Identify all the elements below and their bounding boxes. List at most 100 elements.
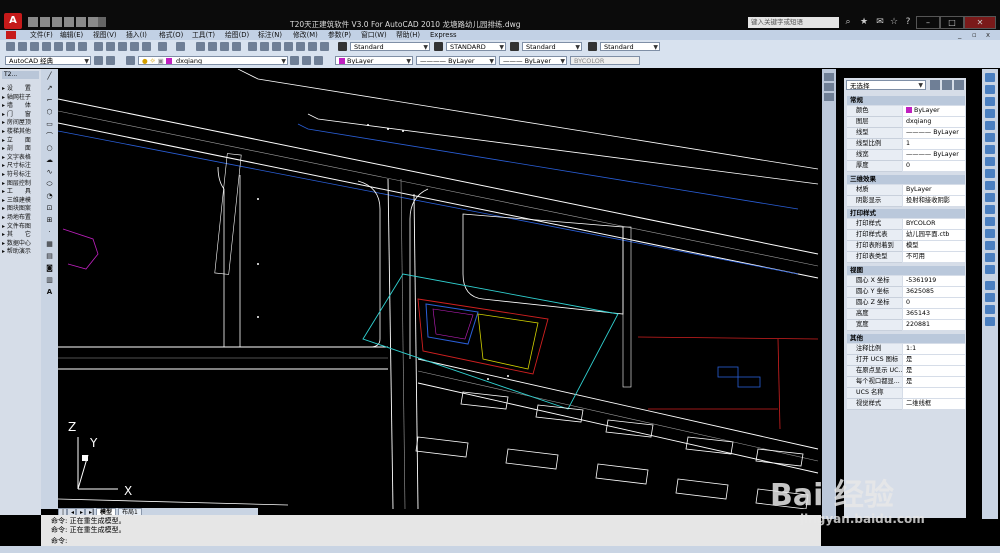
offset-icon[interactable] <box>985 109 995 118</box>
cut-icon[interactable] <box>94 42 103 51</box>
favorites-icon[interactable]: ☆ <box>888 16 900 28</box>
t20-item-dimension[interactable]: ▸ 尺寸标注 <box>2 162 41 171</box>
line-icon[interactable]: ╱ <box>44 72 55 81</box>
menu-draw[interactable]: 绘图(D) <box>225 30 249 40</box>
layer-manager-icon[interactable] <box>126 56 135 65</box>
property-row[interactable]: 每个视口都显... 是 <box>847 377 965 388</box>
osnap-midpoint-icon[interactable] <box>985 293 995 302</box>
markup-icon[interactable] <box>296 42 305 51</box>
t20-item-room-roof[interactable]: ▸ 房间屋顶 <box>2 119 41 128</box>
menu-modify[interactable]: 修改(M) <box>293 30 318 40</box>
section-view[interactable]: 视图 <box>847 266 965 275</box>
zoom-previous-icon[interactable] <box>232 42 241 51</box>
search-input[interactable]: 键入关键字或短语 <box>748 17 839 28</box>
save-file-icon[interactable] <box>30 42 39 51</box>
mleader-style-select[interactable]: Standard ▼ <box>600 42 660 51</box>
chamfer-icon[interactable] <box>985 241 995 250</box>
t20-item-blocks[interactable]: ▸ 图块图案 <box>2 205 41 214</box>
undo-icon[interactable] <box>64 17 74 27</box>
rectangle-icon[interactable]: ▭ <box>44 120 55 129</box>
property-row[interactable]: 视觉样式 二维线框 <box>847 399 965 410</box>
menu-edit[interactable]: 编辑(E) <box>60 30 83 40</box>
zoom-realtime-icon[interactable] <box>208 42 217 51</box>
document-icon[interactable] <box>6 31 16 39</box>
property-row[interactable]: 打印表类型 不可用 <box>847 252 965 263</box>
property-row[interactable]: 线型 ———— ByLayer <box>847 128 965 139</box>
property-row[interactable]: 高度 365143 <box>847 309 965 320</box>
sheet-set-icon[interactable] <box>284 42 293 51</box>
maximize-button[interactable]: □ <box>940 16 964 29</box>
osnap-endpoint-icon[interactable] <box>985 281 995 290</box>
workspace-settings-icon[interactable] <box>94 56 103 65</box>
stretch-icon[interactable] <box>985 169 995 178</box>
copy-object-icon[interactable] <box>985 85 995 94</box>
menu-dimension[interactable]: 标注(N) <box>258 30 282 40</box>
construction-line-icon[interactable]: ↗ <box>44 84 55 93</box>
design-center-icon[interactable] <box>260 42 269 51</box>
zoom-window-icon[interactable] <box>220 42 229 51</box>
property-row[interactable]: 打开 UCS 图标是 <box>847 355 965 366</box>
doc-close-button[interactable]: x <box>986 30 990 40</box>
doc-minimize-button[interactable]: _ <box>958 30 961 40</box>
quick-select-icon[interactable] <box>954 80 964 90</box>
t20-item-axis-column[interactable]: ▸ 轴网柱子 <box>2 94 41 103</box>
autohide-icon[interactable] <box>824 83 834 91</box>
property-row[interactable]: 打印表附着到 模型 <box>847 241 965 252</box>
calculator-icon[interactable] <box>308 42 317 51</box>
menu-parametric[interactable]: 参数(P) <box>328 30 351 40</box>
save-icon[interactable] <box>52 17 62 27</box>
select-objects-icon[interactable] <box>942 80 952 90</box>
property-row[interactable]: 厚度 0 <box>847 161 965 172</box>
open-file-icon[interactable] <box>18 42 27 51</box>
ellipse-arc-icon[interactable]: ◔ <box>44 192 55 201</box>
new-icon[interactable] <box>28 17 38 27</box>
circle-icon[interactable]: ○ <box>44 144 55 153</box>
table-icon[interactable]: ▥ <box>44 276 55 285</box>
print-icon[interactable] <box>42 42 51 51</box>
qnew-icon[interactable] <box>6 42 15 51</box>
mirror-icon[interactable] <box>985 97 995 106</box>
property-row[interactable]: 圆心 X 坐标 -5361919 <box>847 276 965 287</box>
tool-palettes-icon[interactable] <box>272 42 281 51</box>
polyline-icon[interactable]: ⌐ <box>44 96 55 105</box>
communication-icon[interactable]: ✉ <box>874 16 886 28</box>
section-plot-style[interactable]: 打印样式 <box>847 209 965 218</box>
paste-icon[interactable] <box>118 42 127 51</box>
section-3d-effects[interactable]: 三维效果 <box>847 175 965 184</box>
extend-icon[interactable] <box>985 193 995 202</box>
property-row[interactable]: 颜色 ByLayer <box>847 106 965 117</box>
menu-file[interactable]: 文件(F) <box>30 30 53 40</box>
insert-block-icon[interactable]: ⊡ <box>44 204 55 213</box>
gradient-icon[interactable]: ▤ <box>44 252 55 261</box>
property-row[interactable]: 线宽 ———— ByLayer <box>847 150 965 161</box>
autocad-logo-icon[interactable]: A <box>4 13 22 29</box>
t20-item-symbol[interactable]: ▸ 符号标注 <box>2 171 41 180</box>
trim-icon[interactable] <box>985 181 995 190</box>
redo-tb-icon[interactable] <box>176 42 185 51</box>
erase-icon[interactable] <box>985 73 995 82</box>
property-row[interactable]: 图层 dxqiang <box>847 117 965 128</box>
layer-select[interactable]: ● ☼ ▣ dxqiang ▼ <box>138 56 288 65</box>
make-block-icon[interactable]: ⊞ <box>44 216 55 225</box>
minimize-button[interactable]: – <box>916 16 940 29</box>
menu-window[interactable]: 窗口(W) <box>361 30 387 40</box>
subscription-icon[interactable]: ★ <box>858 16 870 28</box>
copy-icon[interactable] <box>106 42 115 51</box>
drawing-canvas[interactable]: X Y Z <box>58 69 821 509</box>
doc-restore-button[interactable]: ▫ <box>972 30 977 40</box>
plot-preview-icon[interactable] <box>54 42 63 51</box>
break-icon[interactable] <box>985 217 995 226</box>
section-general[interactable]: 常规 <box>847 96 965 105</box>
ellipse-icon[interactable]: ⬭ <box>44 180 55 189</box>
t20-item-layout[interactable]: ▸ 文件布图 <box>2 223 41 232</box>
property-row[interactable]: 圆心 Z 坐标 0 <box>847 298 965 309</box>
plot-icon[interactable] <box>88 17 98 27</box>
region-icon[interactable]: ◙ <box>44 264 55 273</box>
properties-icon[interactable] <box>248 42 257 51</box>
selection-select[interactable]: 无选择 ▼ <box>846 80 926 90</box>
search-icon[interactable]: ⌕ <box>842 16 854 28</box>
t20-item-elevation[interactable]: ▸ 立 面 <box>2 137 41 146</box>
table-style-select[interactable]: Standard ▼ <box>522 42 582 51</box>
property-row[interactable]: 阴影显示 投射和接收阴影 <box>847 196 965 207</box>
point-icon[interactable]: · <box>44 228 55 237</box>
